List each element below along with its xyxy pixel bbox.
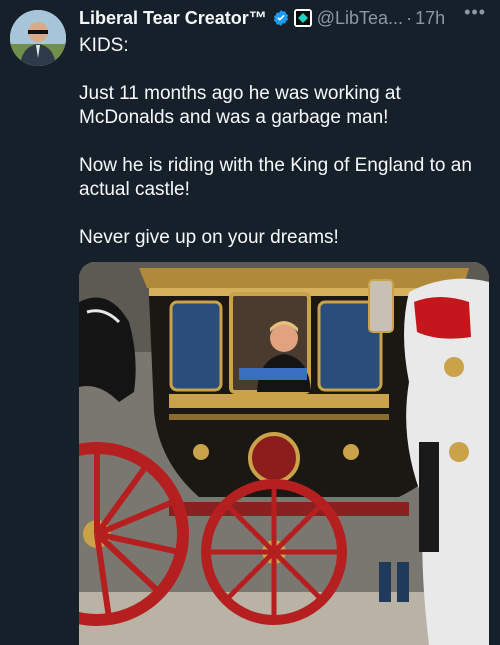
tweet-line: Just 11 months ago he was working at McD… bbox=[79, 83, 401, 128]
verified-badge-icon[interactable] bbox=[272, 9, 290, 27]
separator-dot: · bbox=[406, 7, 413, 28]
more-options-icon[interactable]: ••• bbox=[464, 2, 486, 23]
author-handle[interactable]: @LibTea... bbox=[317, 8, 403, 29]
tweet-text: KIDS: Just 11 months ago he was working … bbox=[79, 34, 489, 250]
post-time[interactable]: 17h bbox=[415, 8, 445, 29]
avatar-photo bbox=[10, 10, 66, 66]
tweet-line: Now he is riding with the King of Englan… bbox=[79, 155, 472, 200]
tweet-line: Never give up on your dreams! bbox=[79, 227, 339, 248]
author-avatar[interactable] bbox=[10, 10, 66, 66]
display-name[interactable]: Liberal Tear Creator™ bbox=[79, 8, 267, 29]
tweet-line: KIDS: bbox=[79, 35, 129, 56]
affiliate-logo-icon bbox=[295, 11, 310, 25]
affiliate-badge-icon[interactable] bbox=[293, 9, 312, 27]
tweet-media-image[interactable] bbox=[79, 262, 489, 645]
tweet-header: Liberal Tear Creator™ @LibTea... · 17h bbox=[79, 6, 500, 30]
carriage-photo bbox=[79, 262, 489, 645]
